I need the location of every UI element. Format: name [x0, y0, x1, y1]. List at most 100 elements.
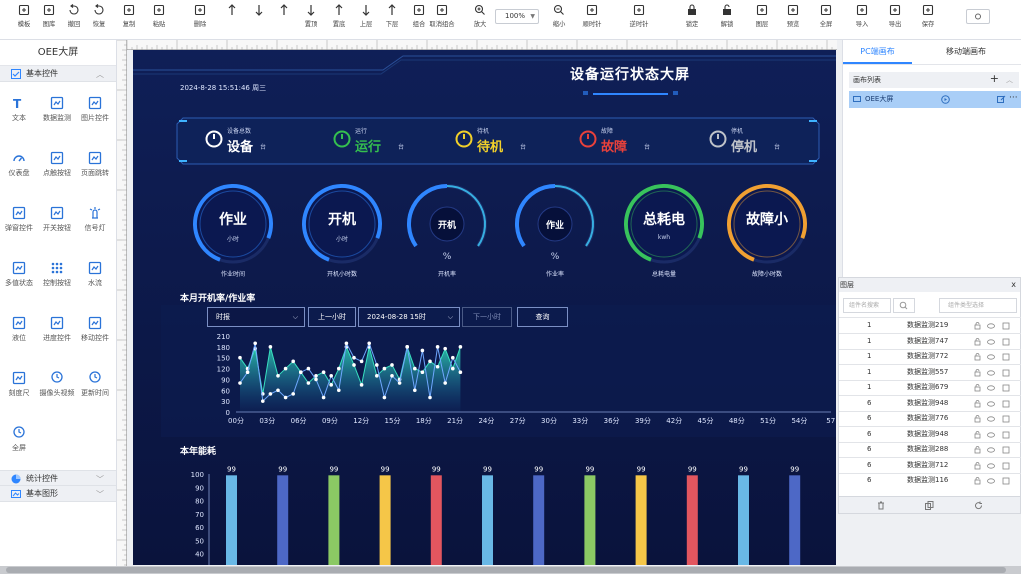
layer-row-actions[interactable] [974, 384, 1014, 392]
time-picker[interactable]: 2024-08-28 15时 ⌵ [358, 307, 460, 327]
eye-icon[interactable] [987, 323, 995, 329]
component-data-monitor[interactable]: 数据监测 [38, 96, 76, 123]
component-gauge[interactable]: 仪表盘 [0, 151, 38, 178]
component-text[interactable]: T 文本 [0, 96, 38, 123]
group-stats-controls[interactable]: 统计控件 ﹀ [0, 470, 116, 486]
query-button[interactable]: 查询 [517, 307, 568, 327]
layer-row[interactable]: 1 数据监测219 [839, 318, 1021, 334]
checkbox-icon[interactable] [1002, 431, 1010, 438]
component-fullscreen[interactable]: 全屏 [0, 426, 38, 453]
component-search-input[interactable]: 组件名搜索 [843, 298, 891, 313]
toolbar-button-11[interactable]: 置底 [325, 0, 353, 36]
layer-row-actions[interactable] [974, 399, 1014, 408]
component-update-time[interactable]: 更新时间 [76, 371, 114, 398]
toolbar-button-13[interactable]: 下层 [378, 0, 406, 36]
more-icon[interactable]: ··· [1009, 90, 1018, 107]
eye-icon[interactable] [987, 338, 995, 345]
eye-icon[interactable] [987, 416, 995, 422]
layer-row-actions[interactable] [974, 477, 1014, 485]
eye-icon[interactable] [987, 431, 995, 438]
mode-select[interactable]: 时报 ⌵ [207, 307, 305, 327]
layer-row-actions[interactable] [974, 353, 1014, 361]
toolbar-button-7[interactable] [218, 0, 246, 36]
scrollbar-thumb[interactable] [6, 567, 1006, 573]
lock-icon[interactable] [974, 448, 981, 454]
layer-row-actions[interactable] [974, 322, 1014, 330]
toolbar-button-26[interactable]: 导入 [848, 0, 876, 36]
checkbox-icon[interactable] [1002, 338, 1010, 345]
toolbar-button-21[interactable]: 锁定 [678, 0, 706, 36]
component-image[interactable]: 图片控件 [76, 96, 114, 123]
layer-row[interactable]: 6 数据监测288 [839, 442, 1021, 458]
eye-icon[interactable] [987, 369, 995, 376]
toolbar-button-5[interactable]: 粘贴 [145, 0, 173, 36]
toolbar-button-4[interactable]: 复制 [115, 0, 143, 36]
checkbox-icon[interactable] [1002, 353, 1010, 361]
layer-row[interactable]: 1 数据监测772 [839, 349, 1021, 365]
eye-icon[interactable] [987, 385, 995, 391]
toolbar-button-28[interactable]: 保存 [914, 0, 942, 36]
lock-icon[interactable] [974, 464, 981, 469]
toolbar-button-20[interactable]: 逆时针 [625, 0, 653, 36]
lock-icon[interactable] [974, 324, 981, 330]
toolbar-button-9[interactable] [270, 0, 298, 36]
refresh-icon[interactable] [974, 501, 983, 510]
play-icon[interactable] [941, 95, 950, 104]
group-basic-shapes[interactable]: 基本图形 ﹀ [0, 486, 116, 502]
toolbar-button-0[interactable]: 模板 [10, 0, 38, 36]
component-signal-light[interactable]: 信号灯 [76, 206, 114, 233]
copy-icon[interactable] [925, 501, 934, 510]
search-button[interactable] [893, 298, 915, 313]
layer-row[interactable]: 1 数据监测747 [839, 334, 1021, 350]
canvas-item-oee[interactable]: OEE大屏 ··· [849, 91, 1021, 108]
lock-icon[interactable] [974, 433, 981, 438]
component-type-select[interactable]: 组件类型选择 [939, 298, 1017, 313]
component-camera[interactable]: 摄像头视频 [38, 371, 76, 398]
toolbar-button-24[interactable]: 预览 [779, 0, 807, 36]
layer-row-actions[interactable] [974, 430, 1014, 439]
prev-hour-button[interactable]: 上一小时 [308, 307, 356, 327]
layer-row-actions[interactable] [974, 337, 1014, 346]
layer-row[interactable]: 6 数据监测776 [839, 411, 1021, 427]
zoom-select[interactable]: 100% ▼ [495, 9, 539, 24]
toolbar-button-23[interactable]: 图层 [748, 0, 776, 36]
lock-icon[interactable] [974, 479, 981, 485]
layer-row-actions[interactable] [974, 446, 1014, 454]
lock-icon[interactable] [974, 417, 981, 423]
design-canvas[interactable]: 2024-8-28 15:51:46 周三 设备运行状态大屏 设备总数 设备台运行… [133, 50, 836, 565]
toolbar-button-6[interactable]: 删除 [186, 0, 214, 36]
edit-icon[interactable] [997, 95, 1006, 104]
checkbox-icon[interactable] [1002, 384, 1010, 392]
component-scale-ruler[interactable]: 刻度尺 [0, 371, 38, 398]
next-hour-button[interactable]: 下一小时 [462, 307, 512, 327]
group-basic-controls[interactable]: 基本控件 ︿ [0, 66, 116, 82]
eye-icon[interactable] [987, 400, 995, 407]
delete-icon[interactable] [877, 501, 885, 510]
tab-mobile-canvas[interactable]: 移动端画布 [931, 40, 1001, 64]
component-move[interactable]: 移动控件 [76, 316, 114, 343]
component-progress[interactable]: 进度控件 [38, 316, 76, 343]
layer-row-actions[interactable] [974, 368, 1014, 377]
checkbox-icon[interactable] [1002, 462, 1010, 469]
layer-row[interactable]: 6 数据监测948 [839, 427, 1021, 443]
layer-row-actions[interactable] [974, 415, 1014, 423]
layer-row[interactable]: 6 数据监测116 [839, 473, 1021, 485]
toolbar-button-16[interactable]: 放大 [466, 0, 494, 36]
add-canvas-icon[interactable]: + [990, 71, 999, 87]
component-water-flow[interactable]: 水流 [76, 261, 114, 288]
toolbar-button-12[interactable]: 上层 [352, 0, 380, 36]
toolbar-button-19[interactable]: 顺时针 [578, 0, 606, 36]
settings-button[interactable] [966, 9, 990, 24]
toolbar-button-2[interactable]: 撤回 [60, 0, 88, 36]
tab-pc-canvas[interactable]: PC端画布 [843, 40, 912, 64]
toolbar-button-10[interactable]: 置顶 [297, 0, 325, 36]
component-page-jump[interactable]: 页面跳转 [76, 151, 114, 178]
toolbar-button-15[interactable]: 取消组合 [428, 0, 456, 36]
component-switch[interactable]: 开关按钮 [38, 206, 76, 233]
checkbox-icon[interactable] [1002, 415, 1010, 423]
toolbar-button-27[interactable]: 导出 [881, 0, 909, 36]
checkbox-icon[interactable] [1002, 446, 1010, 454]
toolbar-button-22[interactable]: 解锁 [713, 0, 741, 36]
lock-icon[interactable] [974, 340, 981, 345]
component-liquid-level[interactable]: 液位 [0, 316, 38, 343]
